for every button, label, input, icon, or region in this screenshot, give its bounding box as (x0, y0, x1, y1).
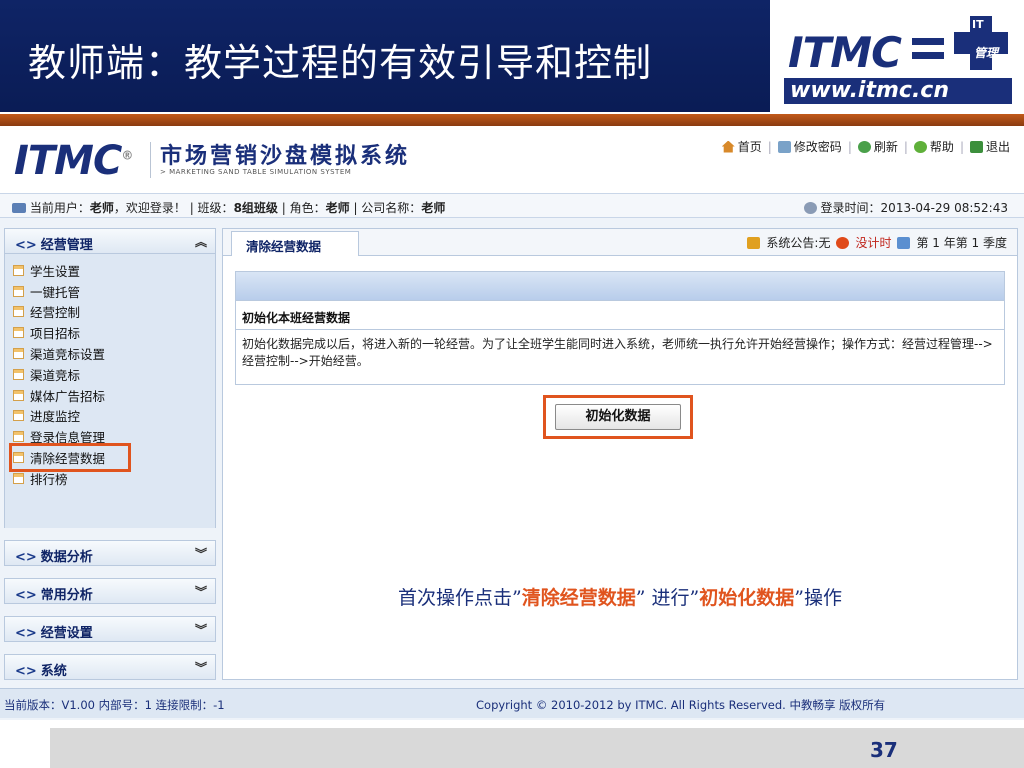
sidebar-item-clear-business-data[interactable]: 清除经营数据 (9, 443, 131, 472)
diamond-icon: <> (15, 664, 37, 679)
logo-divider (150, 142, 151, 178)
sidebar-item-login-info[interactable]: 登录信息管理 (13, 426, 215, 447)
announcement: 系统公告:无 (766, 236, 831, 250)
user-info-bar: 当前用户：老师，欢迎登录！ | 班级：8组班级 | 角色：老师 | 公司名称：老… (0, 194, 1024, 218)
panel-description: 初始化数据完成以后，将进入新的一轮经营。为了让全班学生能同时进入系统，老师统一执… (242, 337, 993, 368)
document-icon (13, 431, 24, 443)
slide-header: 教师端：教学过程的有效引导和控制 ITMC IT 管理 www.itmc.cn (0, 0, 1024, 112)
app-logo: ITMC® (14, 138, 133, 184)
collapse-icon[interactable]: ︽ (195, 233, 207, 250)
sidebar-item-leaderboard[interactable]: 排行榜 (13, 468, 215, 489)
calendar-icon (897, 236, 911, 249)
sidebar-item-channel-bidding[interactable]: 渠道竞标 (13, 364, 215, 385)
nav-change-password[interactable]: 修改密码 (777, 138, 842, 155)
init-button-highlight: 初始化数据 (543, 395, 693, 439)
app-header: ITMC® 市场营销沙盘模拟系统 > MARKETING SAND TABLE … (0, 128, 1024, 194)
app-footer: 当前版本：V1.00 内部号：1 连接限制：-1 Copyright © 201… (0, 688, 1024, 718)
diamond-icon: <> (15, 550, 37, 565)
nav-home[interactable]: 首页 (721, 138, 762, 155)
login-time: 登录时间：2013-04-29 08:52:43 (803, 199, 1008, 216)
brand-logo-text: ITMC (788, 28, 902, 77)
nav-logout[interactable]: 退出 (969, 138, 1010, 155)
sidebar-item-progress-monitoring[interactable]: 进度监控 (13, 406, 215, 427)
document-icon (13, 327, 24, 339)
diamond-icon: <> (15, 626, 37, 641)
brand-url: www.itmc.cn (784, 78, 1012, 104)
document-icon (13, 452, 24, 464)
panel-title: 初始化本班经营数据 (236, 300, 1004, 330)
slide-title: 教师端：教学过程的有效引导和控制 (28, 41, 653, 85)
document-icon (13, 285, 24, 297)
key-icon (777, 140, 791, 153)
status-bar: 系统公告:无 没计时 第 1 年第 1 季度 (747, 234, 1007, 251)
top-nav: 首页 | 修改密码 | 刷新 | 帮助 | 退出 (721, 138, 1010, 155)
document-icon (13, 389, 24, 401)
expand-icon[interactable]: ︾ (195, 659, 207, 676)
instruction-text: 首次操作点击”清除经营数据” 进行”初始化数据”操作 (398, 587, 842, 609)
document-icon (13, 368, 24, 380)
sidebar-item-business-control[interactable]: 经营控制 (13, 302, 215, 323)
home-icon (721, 140, 735, 153)
cross-label-bottom: 管理 (974, 46, 999, 60)
timer-icon (836, 236, 850, 249)
version-info: 当前版本：V1.00 内部号：1 连接限制：-1 (4, 698, 225, 712)
nav-refresh[interactable]: 刷新 (857, 138, 898, 155)
init-data-button[interactable]: 初始化数据 (555, 404, 681, 430)
expand-icon[interactable]: ︾ (195, 583, 207, 600)
document-icon (13, 306, 24, 318)
exit-icon (969, 140, 983, 153)
user-card-icon (12, 203, 26, 213)
cross-label-top: IT (972, 18, 984, 31)
clock-icon (803, 202, 817, 214)
header-divider (0, 114, 1024, 126)
sidebar-item-one-click-hosting[interactable]: 一键托管 (13, 281, 215, 302)
tab-bar: 清除经营数据 系统公告:无 没计时 第 1 年第 1 季度 (223, 229, 1017, 256)
document-icon (13, 472, 24, 484)
sidebar-item-channel-bid-settings[interactable]: 渠道竞标设置 (13, 343, 215, 364)
app-name: 市场营销沙盘模拟系统 (160, 144, 411, 169)
user-info: 当前用户：老师，欢迎登录！ | 班级：8组班级 | 角色：老师 | 公司名称：老… (12, 199, 445, 216)
sidebar-item-media-ad-bidding[interactable]: 媒体广告招标 (13, 385, 215, 406)
period-indicator: 第 1 年第 1 季度 (916, 236, 1007, 250)
nav-help[interactable]: 帮助 (913, 138, 954, 155)
equals-icon (912, 38, 944, 60)
it-management-cross-icon: IT 管理 (954, 16, 1008, 70)
diamond-icon: <> (15, 588, 37, 603)
sidebar-section-business-settings[interactable]: <> 经营设置 ︾ (4, 616, 216, 642)
document-icon (13, 264, 24, 276)
speaker-icon (747, 236, 761, 249)
sidebar-section-business-management[interactable]: <> 经营管理 ︽ (4, 228, 216, 254)
app-subtitle: > MARKETING SAND TABLE SIMULATION SYSTEM (160, 168, 352, 176)
page-number: 37 (870, 738, 898, 762)
document-icon (13, 410, 24, 422)
expand-icon[interactable]: ︾ (195, 621, 207, 638)
panel-header-band (236, 272, 1004, 300)
timer-status: 没计时 (855, 236, 892, 250)
expand-icon[interactable]: ︾ (195, 545, 207, 562)
slide-title-bar: 教师端：教学过程的有效引导和控制 (0, 0, 770, 112)
sidebar-section-common-analysis[interactable]: <> 常用分析 ︾ (4, 578, 216, 604)
sidebar-section-data-analysis[interactable]: <> 数据分析 ︾ (4, 540, 216, 566)
app-window: ITMC® 市场营销沙盘模拟系统 > MARKETING SAND TABLE … (0, 128, 1024, 720)
refresh-icon (857, 140, 871, 153)
sidebar: <> 经营管理 ︽ 学生设置 一键托管 经营控制 项目招标 渠道竞标设置 渠道竞标… (4, 228, 216, 680)
sidebar-item-student-settings[interactable]: 学生设置 (13, 260, 215, 281)
main-content: 清除经营数据 系统公告:无 没计时 第 1 年第 1 季度 初始化本班经营数据 … (222, 228, 1018, 680)
diamond-icon: <> (15, 238, 37, 253)
help-icon (913, 140, 927, 153)
init-panel: 初始化本班经营数据 初始化数据完成以后，将进入新的一轮经营。为了让全班学生能同时… (235, 271, 1005, 385)
sidebar-item-project-bidding[interactable]: 项目招标 (13, 322, 215, 343)
sidebar-menu: 学生设置 一键托管 经营控制 项目招标 渠道竞标设置 渠道竞标 媒体广告招标 进… (4, 254, 216, 528)
copyright: Copyright © 2010-2012 by ITMC. All Right… (476, 698, 886, 712)
document-icon (13, 348, 24, 360)
sidebar-section-system[interactable]: <> 系统 ︾ (4, 654, 216, 680)
brand-logo: ITMC IT 管理 www.itmc.cn (770, 0, 1024, 112)
tab-clear-business-data[interactable]: 清除经营数据 (231, 231, 359, 256)
